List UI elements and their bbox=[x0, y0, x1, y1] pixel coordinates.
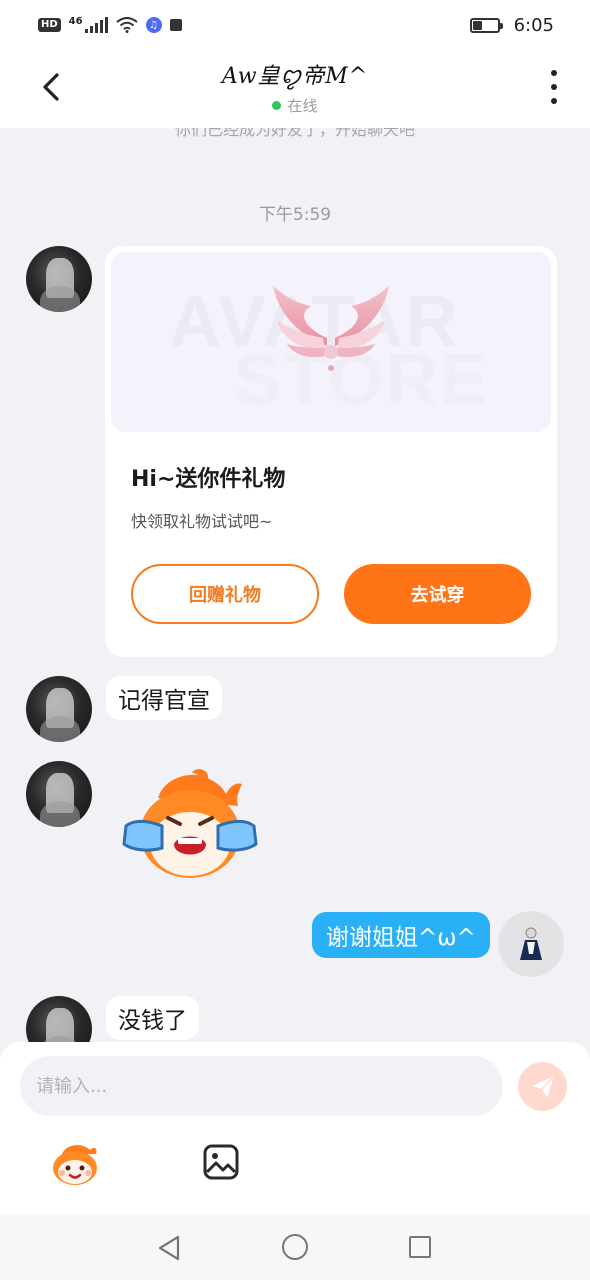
my-avatar[interactable] bbox=[498, 911, 564, 977]
more-options-button[interactable] bbox=[548, 70, 560, 104]
signal-icon bbox=[84, 17, 108, 33]
status-bar: HD 46 ♫ 6:05 bbox=[0, 0, 590, 50]
contact-avatar[interactable] bbox=[26, 996, 92, 1044]
wifi-icon bbox=[115, 17, 138, 33]
status-left: HD 46 ♫ bbox=[38, 15, 182, 33]
contact-avatar[interactable] bbox=[26, 676, 92, 742]
nav-recents-icon[interactable] bbox=[409, 1236, 431, 1258]
contact-avatar[interactable] bbox=[26, 246, 92, 312]
gift-subtitle: 快领取礼物试试吧~ bbox=[131, 512, 273, 531]
message-bubble-incoming[interactable]: 记得官宣 bbox=[106, 676, 222, 720]
battery-level bbox=[472, 20, 483, 30]
angel-wings-icon bbox=[273, 286, 389, 371]
avatar-figure-icon bbox=[520, 927, 542, 960]
contact-avatar[interactable] bbox=[26, 761, 92, 827]
message-input[interactable] bbox=[20, 1056, 503, 1116]
battery-icon bbox=[469, 17, 503, 33]
time-label: 下午5:59 bbox=[258, 205, 332, 225]
online-status: 在线 bbox=[0, 95, 590, 116]
gift-banner: AVATAR STORE bbox=[111, 252, 551, 432]
notification-square-icon bbox=[169, 19, 182, 31]
input-panel bbox=[0, 1042, 590, 1214]
chat-header: Aw皇ꨄ︎帝M^ 在线 bbox=[0, 50, 590, 128]
online-status-label: 在线 bbox=[287, 97, 318, 115]
nav-home-icon[interactable] bbox=[282, 1234, 308, 1260]
crying-mascot-sticker[interactable] bbox=[118, 768, 260, 880]
gift-title: Hi~送你件礼物 bbox=[131, 467, 286, 492]
message-bubble-outgoing[interactable]: 谢谢姐姐^ω^ bbox=[312, 912, 490, 958]
chat-area[interactable]: 你们已经成为好友了，开始聊天吧 下午5:59 AVATAR STORE Hi~送… bbox=[0, 128, 590, 1044]
gift-card[interactable]: AVATAR STORE Hi~送你件礼物 快领取礼物试试吧~ 回赠礼物 去试穿 bbox=[105, 246, 557, 657]
system-note: 你们已经成为好友了，开始聊天吧 bbox=[174, 128, 415, 139]
send-button[interactable] bbox=[518, 1062, 567, 1111]
hd-badge: HD bbox=[38, 18, 61, 32]
clock: 6:05 bbox=[513, 14, 554, 36]
emoji-sticker-icon[interactable] bbox=[50, 1142, 100, 1186]
more-vertical-icon bbox=[551, 70, 557, 76]
paper-plane-icon bbox=[531, 1074, 555, 1098]
image-icon[interactable] bbox=[203, 1144, 239, 1180]
contact-name: Aw皇ꨄ︎帝M^ bbox=[221, 64, 369, 89]
music-app-icon: ♫ bbox=[145, 17, 162, 33]
try-on-button[interactable]: 去试穿 bbox=[344, 564, 531, 624]
title-wrap: Aw皇ꨄ︎帝M^ 在线 bbox=[0, 58, 590, 116]
nav-back-icon[interactable] bbox=[156, 1234, 182, 1262]
return-gift-button[interactable]: 回赠礼物 bbox=[131, 564, 319, 624]
status-right: 6:05 bbox=[469, 14, 554, 36]
message-bubble-incoming[interactable]: 没钱了 bbox=[106, 996, 199, 1040]
network-type: 46 bbox=[68, 15, 83, 27]
online-dot bbox=[272, 101, 282, 110]
system-nav-bar bbox=[0, 1214, 590, 1280]
